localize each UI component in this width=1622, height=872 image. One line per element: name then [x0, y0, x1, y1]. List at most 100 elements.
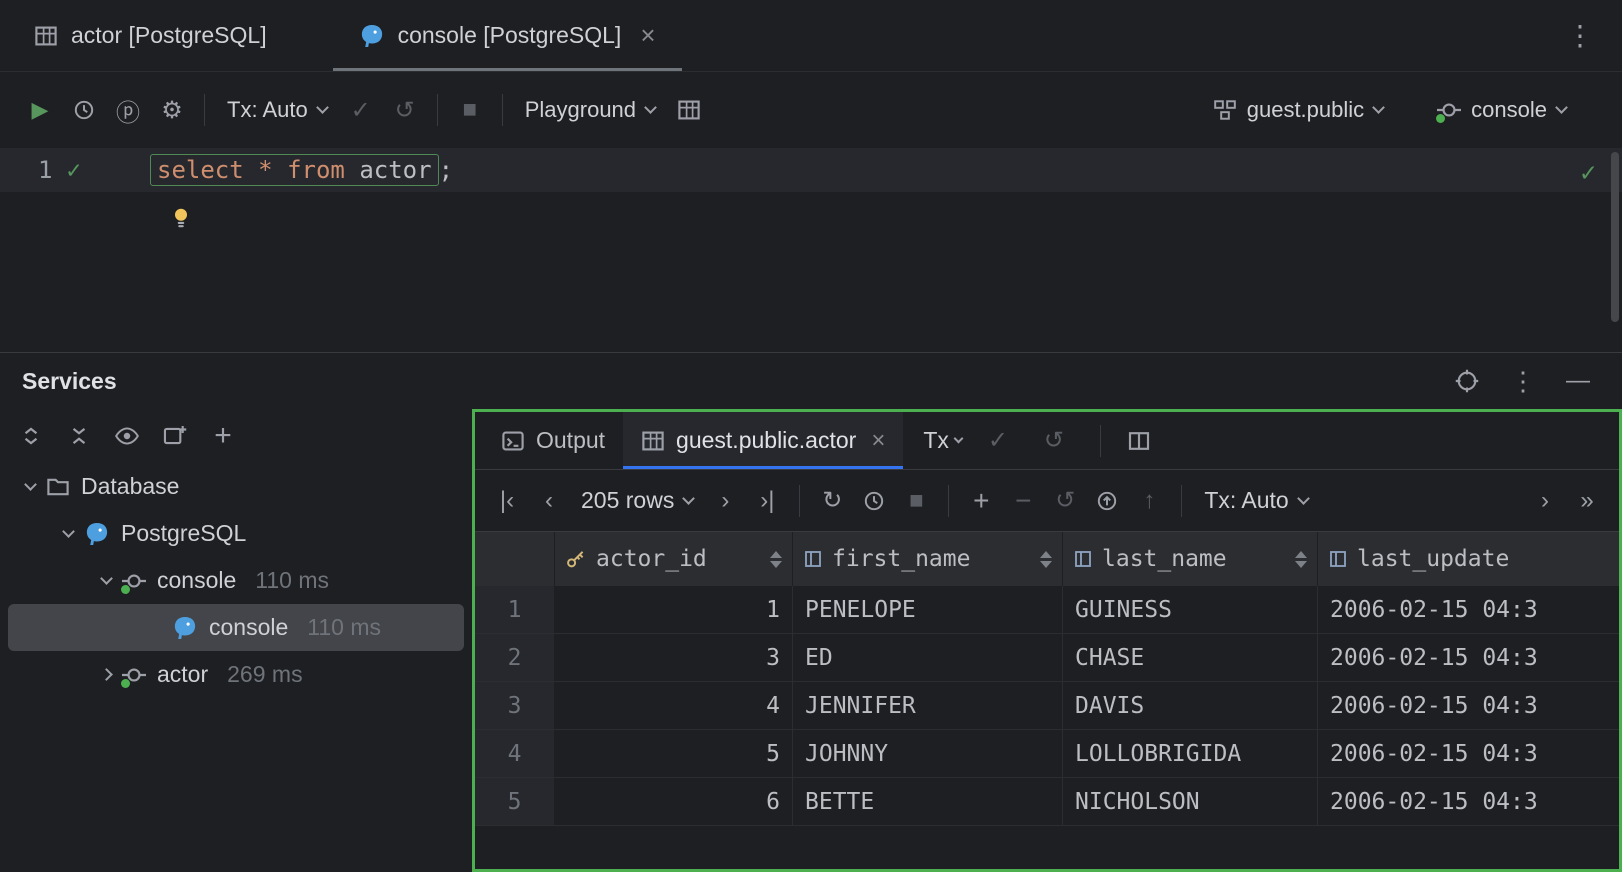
cell-first-name[interactable]: BETTE — [793, 778, 1063, 825]
sql-editor[interactable]: 1 ✓ select * from actor; ✓ — [0, 148, 1622, 352]
cell-last-name[interactable]: GUINESS — [1063, 586, 1318, 633]
cell-last-name[interactable]: NICHOLSON — [1063, 778, 1318, 825]
selected-statement[interactable]: select * from actor — [150, 154, 439, 186]
cell-last-update[interactable]: 2006-02-15 04:3 — [1318, 682, 1550, 729]
column-header-last-name[interactable]: last_name — [1063, 532, 1318, 586]
tree-item-postgresql[interactable]: PostgreSQL — [0, 510, 472, 557]
cell-last-update[interactable]: 2006-02-15 04:3 — [1318, 778, 1550, 825]
delete-row-icon[interactable]: − — [1003, 481, 1043, 521]
split-icon[interactable] — [1127, 429, 1151, 453]
cell-first-name[interactable]: PENELOPE — [793, 586, 1063, 633]
tab-actor[interactable]: actor [PostgreSQL] — [8, 0, 293, 71]
schema-dropdown[interactable]: guest.public — [1201, 88, 1395, 132]
code-line[interactable]: select * from actor; — [150, 154, 453, 186]
revert-icon[interactable]: ↺ — [1045, 481, 1085, 521]
history-icon[interactable] — [62, 88, 106, 132]
preview-eye-icon[interactable] — [106, 415, 148, 457]
chevron-down-icon[interactable] — [62, 524, 75, 538]
commit-icon[interactable]: ✓ — [978, 421, 1018, 461]
cell-last-name[interactable]: LOLLOBRIGIDA — [1063, 730, 1318, 777]
last-page-icon[interactable]: ›| — [747, 481, 787, 521]
playground-dropdown[interactable]: Playground — [513, 88, 667, 132]
close-icon[interactable]: × — [871, 427, 885, 455]
view-as-table-icon[interactable] — [667, 88, 711, 132]
grid-corner-cell[interactable] — [475, 532, 555, 586]
cell-first-name[interactable]: ED — [793, 634, 1063, 681]
kebab-menu-icon[interactable]: ⋮ — [1510, 359, 1536, 403]
page-size-dropdown[interactable]: 205 rows — [571, 487, 703, 514]
tab-console[interactable]: console [PostgreSQL] × — [332, 0, 682, 71]
grid-tx-dropdown[interactable]: Tx: Auto — [1194, 487, 1317, 514]
tree-item-console-session[interactable]: console 110 ms — [0, 557, 472, 604]
sort-icon[interactable] — [1295, 550, 1307, 568]
next-page-icon[interactable]: › — [705, 481, 745, 521]
active-tab-underline — [332, 68, 682, 71]
chevron-down-icon[interactable] — [100, 571, 113, 585]
tree-item-actor-session[interactable]: actor 269 ms — [0, 651, 472, 698]
previous-page-icon[interactable]: ‹ — [529, 481, 569, 521]
cell-last-name[interactable]: DAVIS — [1063, 682, 1318, 729]
new-console-icon[interactable] — [154, 415, 196, 457]
cell-last-name[interactable]: CHASE — [1063, 634, 1318, 681]
tx-mode-dropdown[interactable]: Tx: Auto — [215, 88, 339, 132]
cell-last-update[interactable]: 2006-02-15 04:3 — [1318, 634, 1550, 681]
tab-result-grid[interactable]: guest.public.actor × — [623, 412, 904, 469]
cell-last-update[interactable]: 2006-02-15 04:3 — [1318, 586, 1550, 633]
cell-actor-id[interactable]: 5 — [555, 730, 793, 777]
collapse-all-icon[interactable] — [58, 415, 100, 457]
profiler-icon[interactable]: ⓟ — [106, 88, 150, 132]
chevron-down-icon[interactable] — [24, 477, 37, 491]
cell-actor-id[interactable]: 4 — [555, 682, 793, 729]
cell-first-name[interactable]: JOHNNY — [793, 730, 1063, 777]
rollback-icon[interactable]: ↺ — [1034, 421, 1074, 461]
intention-lightbulb-icon[interactable] — [170, 206, 192, 230]
tree-item-database[interactable]: Database — [0, 463, 472, 510]
run-icon[interactable]: ▶ — [18, 88, 62, 132]
query-history-icon[interactable] — [854, 481, 894, 521]
row-number[interactable]: 5 — [475, 778, 555, 825]
file-ok-icon: ✓ — [1580, 158, 1596, 188]
tree-item-console-file[interactable]: console 110 ms — [8, 604, 464, 651]
close-icon[interactable]: × — [640, 20, 655, 51]
add-icon[interactable]: + — [202, 415, 244, 457]
commit-icon[interactable]: ✓ — [339, 88, 383, 132]
settings-gear-icon[interactable]: ⚙ — [150, 88, 194, 132]
row-number[interactable]: 2 — [475, 634, 555, 681]
tab-output[interactable]: Output — [483, 412, 623, 469]
chevron-down-icon — [682, 491, 696, 505]
editor-scrollbar[interactable] — [1611, 152, 1619, 322]
reload-icon[interactable]: ↻ — [812, 481, 852, 521]
stop-icon[interactable]: ■ — [448, 88, 492, 132]
more-icon[interactable]: › — [1525, 481, 1565, 521]
session-dropdown[interactable]: console — [1425, 88, 1578, 132]
kebab-menu-icon[interactable]: ⋮ — [1538, 19, 1622, 52]
overflow-icon[interactable]: » — [1567, 481, 1607, 521]
column-header-first-name[interactable]: first_name — [793, 532, 1063, 586]
row-number[interactable]: 3 — [475, 682, 555, 729]
sort-icon[interactable] — [770, 550, 782, 568]
expand-all-icon[interactable] — [10, 415, 52, 457]
target-icon[interactable] — [1454, 368, 1480, 394]
row-number[interactable]: 4 — [475, 730, 555, 777]
chevron-right-icon[interactable] — [100, 668, 113, 681]
connected-dot — [121, 678, 130, 688]
row-number[interactable]: 1 — [475, 586, 555, 633]
minimize-icon[interactable]: — — [1566, 359, 1590, 403]
cell-actor-id[interactable]: 6 — [555, 778, 793, 825]
editor-current-line[interactable]: 1 ✓ select * from actor; — [0, 148, 1622, 192]
rollback-icon[interactable]: ↺ — [383, 88, 427, 132]
submit-icon[interactable] — [1087, 481, 1127, 521]
cell-first-name[interactable]: JENNIFER — [793, 682, 1063, 729]
cell-actor-id[interactable]: 1 — [555, 586, 793, 633]
tx-dropdown[interactable]: Tx — [923, 427, 964, 454]
cell-last-update[interactable]: 2006-02-15 04:3 — [1318, 730, 1550, 777]
first-page-icon[interactable]: |‹ — [487, 481, 527, 521]
grid-toolbar: |‹ ‹ 205 rows › ›| ↻ ■ + − ↺ ↑ Tx: Auto … — [475, 470, 1619, 532]
push-icon[interactable]: ↑ — [1129, 481, 1169, 521]
cell-actor-id[interactable]: 3 — [555, 634, 793, 681]
column-header-actor-id[interactable]: actor_id — [555, 532, 793, 586]
add-row-icon[interactable]: + — [961, 481, 1001, 521]
column-header-last-update[interactable]: last_update — [1318, 532, 1619, 586]
stop-icon[interactable]: ■ — [896, 481, 936, 521]
sort-icon[interactable] — [1040, 550, 1052, 568]
